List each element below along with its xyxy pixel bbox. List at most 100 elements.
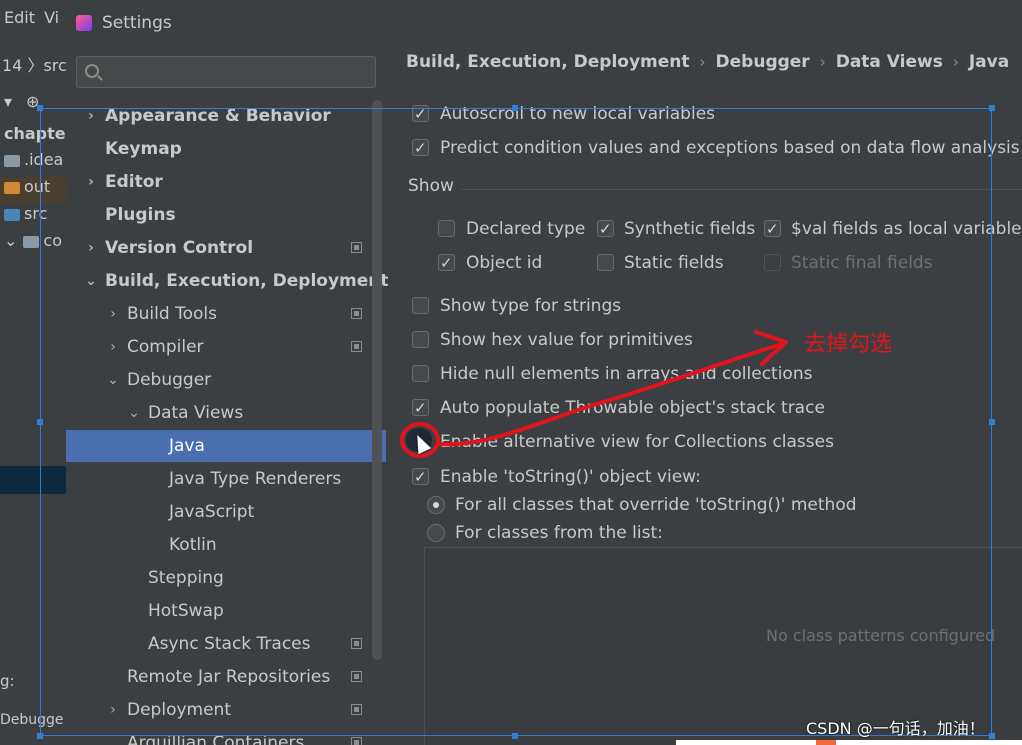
nav-item-label: Version Control bbox=[105, 238, 254, 258]
chevron-right-icon[interactable]: › bbox=[84, 166, 98, 198]
checkbox[interactable] bbox=[438, 220, 455, 237]
resize-handle[interactable] bbox=[37, 419, 43, 425]
chevron-right-icon[interactable]: › bbox=[106, 694, 120, 726]
ide-tree-item[interactable]: src bbox=[0, 204, 66, 230]
checkbox[interactable] bbox=[412, 297, 429, 314]
settings-search[interactable] bbox=[76, 56, 376, 88]
nav-item[interactable]: Java Type Renderers bbox=[66, 463, 386, 495]
checkbox[interactable] bbox=[412, 331, 429, 348]
checkbox[interactable] bbox=[438, 249, 455, 277]
nav-item[interactable]: Keymap bbox=[66, 133, 386, 165]
bottom-strip bbox=[676, 740, 1022, 745]
nav-item[interactable]: › Appearance & Behavior bbox=[66, 100, 386, 132]
nav-item[interactable]: Stepping bbox=[66, 562, 386, 594]
checkbox[interactable] bbox=[412, 365, 429, 382]
checkbox[interactable] bbox=[597, 215, 614, 243]
resize-handle[interactable] bbox=[989, 105, 995, 111]
breadcrumb-item[interactable]: Data Views bbox=[836, 52, 943, 72]
nav-item-label: HotSwap bbox=[148, 601, 224, 621]
title-bar bbox=[66, 0, 1022, 46]
checkbox[interactable] bbox=[412, 100, 429, 128]
checkbox[interactable] bbox=[412, 394, 429, 422]
nav-item[interactable]: Remote Jar Repositories bbox=[66, 661, 386, 693]
ide-toolbar: ▾ ⊕ bbox=[4, 92, 40, 111]
nav-item[interactable]: ⌄ Debugger bbox=[66, 364, 386, 396]
project-scope-icon bbox=[351, 704, 362, 715]
chevron-down-icon[interactable]: ⌄ bbox=[106, 364, 120, 396]
annotation-label: 去掉勾选 bbox=[804, 332, 893, 357]
checkbox[interactable] bbox=[412, 134, 429, 162]
bottom-strip-accent bbox=[816, 740, 836, 745]
chevron-right-icon[interactable]: › bbox=[106, 298, 120, 330]
nav-item[interactable]: JavaScript bbox=[66, 496, 386, 528]
chevron-down-icon: ⌄ bbox=[4, 231, 18, 250]
menu-view[interactable]: Vi bbox=[44, 8, 59, 27]
ide-tree-item[interactable]: ⌄ co bbox=[0, 231, 66, 257]
resize-handle[interactable] bbox=[512, 733, 518, 739]
nav-item-label: Compiler bbox=[127, 337, 204, 357]
menu-edit[interactable]: Edit bbox=[4, 8, 35, 27]
nav-item-label: Java Type Renderers bbox=[169, 469, 342, 489]
chevron-right-icon: › bbox=[819, 53, 826, 71]
chevron-down-icon[interactable]: ⌄ bbox=[127, 397, 141, 429]
nav-item-label: Appearance & Behavior bbox=[105, 106, 331, 126]
nav-item-label: Plugins bbox=[105, 205, 176, 225]
ide-tree-item[interactable]: .idea bbox=[0, 150, 66, 176]
resize-handle[interactable] bbox=[989, 733, 995, 739]
checkbox[interactable] bbox=[412, 463, 429, 491]
checkbox[interactable] bbox=[764, 215, 781, 243]
nav-item[interactable]: › Version Control bbox=[66, 232, 386, 264]
ide-bottom-label: g: bbox=[0, 672, 15, 690]
chevron-right-icon[interactable]: › bbox=[84, 232, 98, 264]
breadcrumb-item[interactable]: Build, Execution, Deployment bbox=[406, 52, 690, 72]
nav-item-label: Async Stack Traces bbox=[148, 634, 311, 654]
nav-item[interactable]: HotSwap bbox=[66, 595, 386, 627]
ide-tree-item[interactable]: out bbox=[0, 177, 66, 203]
nav-item[interactable]: Arquillian Containers bbox=[66, 727, 386, 745]
folder-icon bbox=[4, 181, 20, 194]
search-input[interactable] bbox=[107, 61, 367, 83]
resize-handle[interactable] bbox=[37, 733, 43, 739]
ide-breadcrumb: 14 〉src bbox=[2, 56, 66, 75]
folder-icon bbox=[4, 208, 20, 221]
nav-item-label: Keymap bbox=[105, 139, 182, 159]
radio-button[interactable] bbox=[427, 524, 445, 542]
ide-debug-tool-tab[interactable]: Debugge bbox=[0, 712, 66, 728]
nav-item[interactable]: Plugins bbox=[66, 199, 386, 231]
resize-handle[interactable] bbox=[37, 105, 43, 111]
nav-item[interactable]: ⌄ Build, Execution, Deployment bbox=[66, 265, 388, 297]
breadcrumb: Build, Execution, Deployment › Debugger › Da… bbox=[406, 52, 1009, 78]
nav-item[interactable]: Java bbox=[66, 430, 386, 462]
ide-menu-bar: Edit Vi bbox=[0, 8, 66, 42]
nav-item-label: Debugger bbox=[127, 370, 212, 390]
nav-item[interactable]: › Build Tools bbox=[66, 298, 386, 330]
chevron-right-icon[interactable]: › bbox=[84, 100, 98, 132]
nav-scrollbar[interactable] bbox=[372, 100, 382, 660]
project-scope-icon bbox=[351, 341, 362, 352]
section-show-title: Show bbox=[408, 176, 454, 196]
nav-item-label: Editor bbox=[105, 172, 163, 192]
nav-item[interactable]: › Deployment bbox=[66, 694, 386, 726]
nav-item[interactable]: › Editor bbox=[66, 166, 386, 198]
resize-handle[interactable] bbox=[512, 105, 518, 111]
radio-button[interactable] bbox=[427, 496, 445, 514]
chevron-right-icon[interactable]: › bbox=[106, 331, 120, 363]
project-scope-icon bbox=[351, 737, 362, 745]
nav-item[interactable]: ⌄ Data Views bbox=[66, 397, 386, 429]
app-icon bbox=[76, 15, 92, 31]
folder-icon bbox=[4, 154, 20, 167]
nav-item[interactable]: Async Stack Traces bbox=[66, 628, 386, 660]
nav-item[interactable]: Kotlin bbox=[66, 529, 386, 561]
nav-item-label: Stepping bbox=[148, 568, 224, 588]
breadcrumb-item[interactable]: Debugger bbox=[716, 52, 810, 72]
nav-item[interactable]: › Compiler bbox=[66, 331, 386, 363]
nav-item-label: Data Views bbox=[148, 403, 244, 423]
nav-item-label: JavaScript bbox=[169, 502, 255, 522]
project-scope-icon bbox=[351, 671, 362, 682]
project-scope-icon bbox=[351, 308, 362, 319]
checkbox[interactable] bbox=[597, 254, 614, 271]
ide-tree-item[interactable]: chapter bbox=[0, 124, 66, 150]
resize-handle[interactable] bbox=[989, 419, 995, 425]
chevron-down-icon[interactable]: ⌄ bbox=[84, 265, 98, 297]
search-icon bbox=[85, 64, 99, 78]
